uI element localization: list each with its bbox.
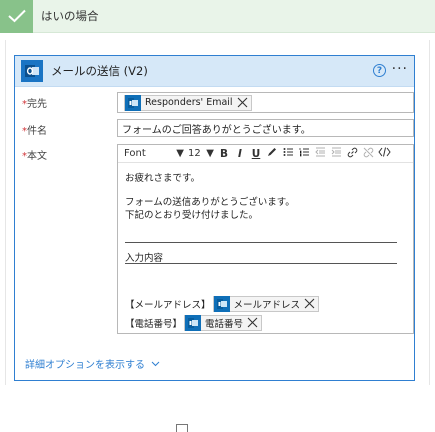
body-label: *本文 <box>22 151 47 162</box>
remove-token-icon[interactable] <box>304 298 316 310</box>
dropdown-icon: ▼ <box>206 148 214 159</box>
branch-header[interactable]: はいの場合 <box>0 0 435 33</box>
branch-title: はいの場合 <box>41 9 99 23</box>
body-line-received: 下記のとおり受け付けました。 <box>125 210 259 221</box>
email-row: 【メールアドレス】 メールアドレス <box>125 296 320 312</box>
phone-token[interactable]: 電話番号 <box>184 315 263 331</box>
show-advanced-options-link[interactable]: 詳細オプションを表示する <box>25 356 160 371</box>
link-icon[interactable] <box>344 147 360 161</box>
bullet-list-icon[interactable] <box>280 147 296 160</box>
outdent-icon[interactable] <box>312 147 328 160</box>
body-line-greeting: お疲れさまです。 <box>125 173 201 184</box>
add-step-icon[interactable] <box>176 424 188 432</box>
forms-icon <box>125 94 141 111</box>
forms-icon <box>185 315 202 331</box>
help-icon[interactable]: ? <box>373 64 386 77</box>
card-title: メールの送信 (V2) <box>51 64 148 78</box>
editor-toolbar: Font ▼ 12 ▼ B I U <box>118 145 413 163</box>
indent-icon[interactable] <box>328 147 344 160</box>
body-divider <box>125 263 397 264</box>
body-line-thanks: フォームの送信ありがとうございます。 <box>125 197 295 208</box>
body-editor[interactable]: Font ▼ 12 ▼ B I U お疲れさまです。 フォームの送信ありがとうご… <box>117 144 414 334</box>
font-size-select[interactable]: 12 ▼ <box>188 148 216 159</box>
responders-email-token[interactable]: Responders' Email <box>124 94 252 111</box>
outlook-icon <box>21 60 43 82</box>
forms-icon <box>213 296 230 312</box>
subject-label: *件名 <box>22 126 47 137</box>
bold-button[interactable]: B <box>216 148 232 160</box>
email-token[interactable]: メールアドレス <box>212 296 320 312</box>
to-field[interactable]: Responders' Email <box>117 92 414 113</box>
body-line-input-heading: 入力内容 <box>125 253 164 264</box>
remove-token-icon[interactable] <box>247 317 259 329</box>
chevron-down-icon <box>151 361 160 367</box>
check-icon <box>0 0 33 33</box>
pen-icon[interactable] <box>264 147 280 160</box>
italic-button[interactable]: I <box>232 148 248 160</box>
underline-button[interactable]: U <box>248 148 264 160</box>
card-header[interactable]: メールの送信 (V2) ? ··· <box>15 56 414 87</box>
to-label: *完先 <box>22 99 47 110</box>
send-email-card: メールの送信 (V2) ? ··· *完先 Responders' Email … <box>14 55 415 381</box>
dropdown-icon: ▼ <box>176 148 184 159</box>
body-divider <box>125 242 397 243</box>
more-options-icon[interactable]: ··· <box>392 62 408 76</box>
phone-row: 【電話番号】 電話番号 <box>125 315 263 331</box>
numbered-list-icon[interactable] <box>296 147 312 160</box>
code-view-icon[interactable] <box>376 147 392 160</box>
remove-token-icon[interactable] <box>237 97 249 109</box>
subject-field[interactable]: フォームのご回答ありがとうございます。 <box>117 119 414 137</box>
subject-value: フォームのご回答ありがとうございます。 <box>122 124 311 136</box>
unlink-icon[interactable] <box>360 147 376 161</box>
font-select[interactable]: Font ▼ <box>118 148 188 159</box>
